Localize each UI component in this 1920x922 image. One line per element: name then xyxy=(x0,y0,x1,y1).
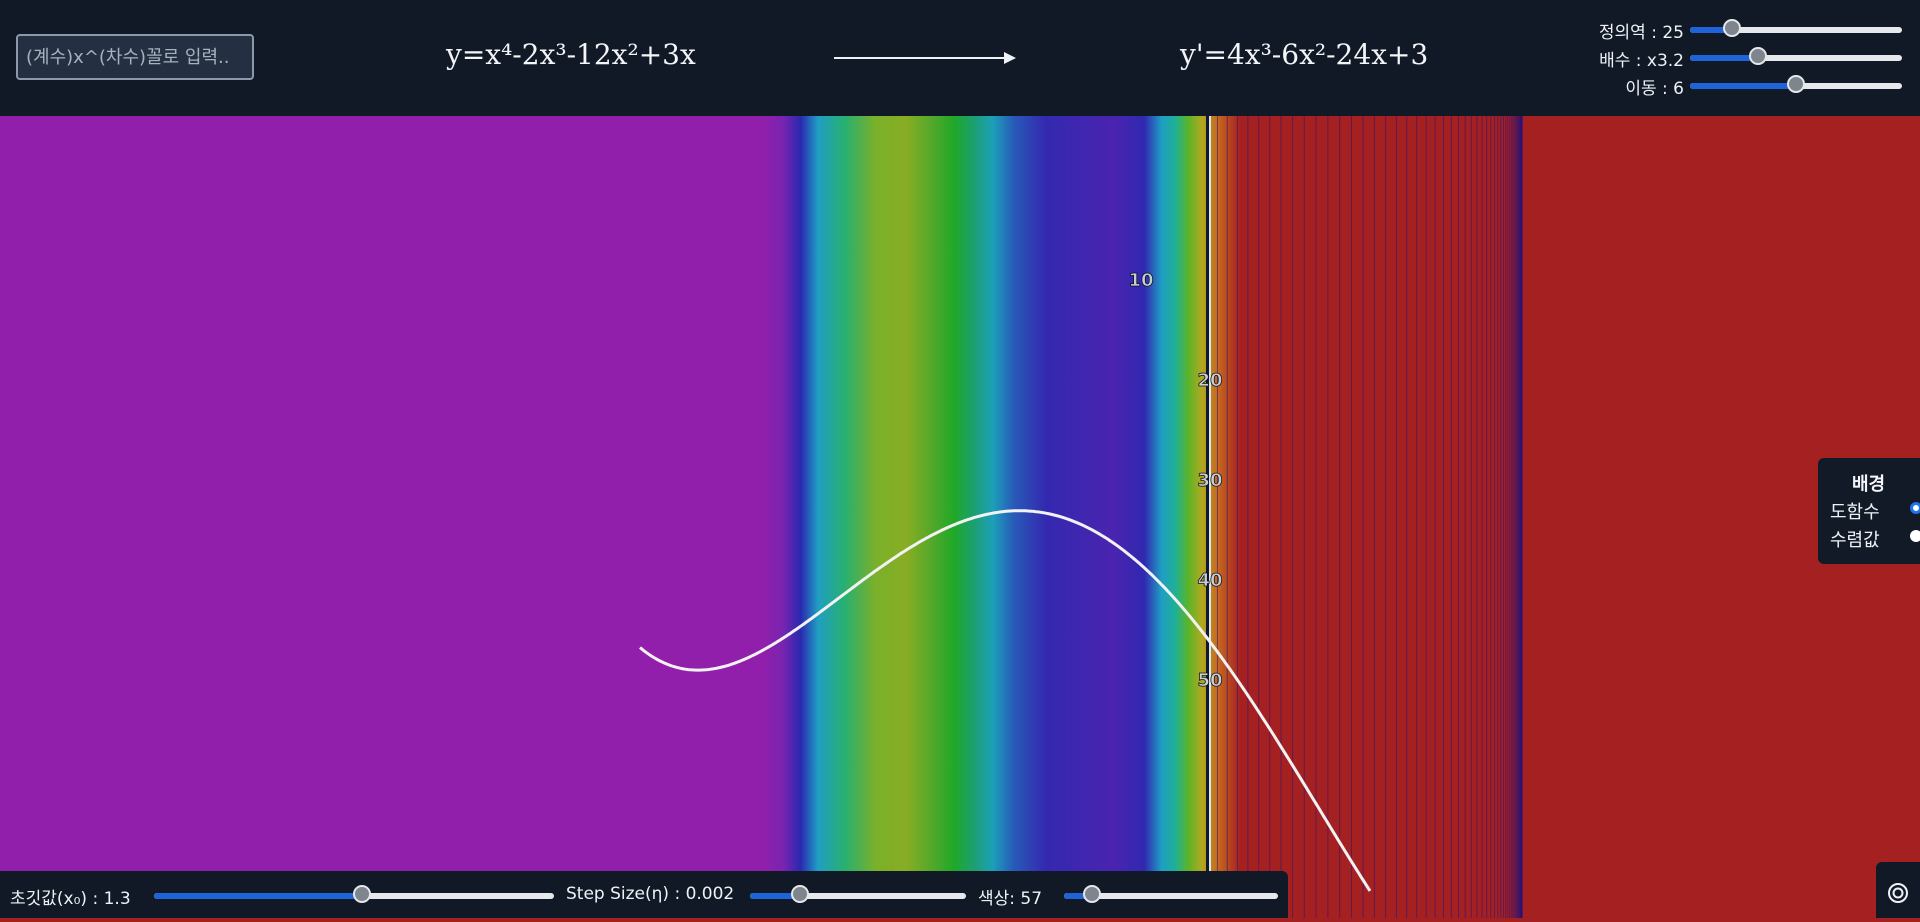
gradient-descent-plot: 10 20 30 40 50 xyxy=(0,116,1920,918)
derivative-formula: y'=4x³-6x²-24x+3 xyxy=(1180,38,1429,71)
bottom-controls: 초깃값(x₀) : 1.3 Step Size(η) : 0.002 색상: 5… xyxy=(0,871,1288,918)
legend-title: 배경 xyxy=(1852,474,1886,495)
target-icon xyxy=(1888,883,1908,903)
arrow-right-icon xyxy=(834,52,1016,64)
radio-derivative[interactable] xyxy=(1910,502,1920,514)
iteration-marker-label: 10 xyxy=(1128,270,1153,291)
domain-slider-label: 정의역 : 25 xyxy=(1598,23,1684,43)
target-button[interactable] xyxy=(1876,862,1920,918)
shift-slider[interactable] xyxy=(1690,75,1902,93)
slider-knob[interactable] xyxy=(1082,885,1101,903)
legend-option-label: 수렴값 xyxy=(1830,530,1880,551)
scale-slider-label: 배수 : x3.2 xyxy=(1599,51,1684,71)
background-legend: 배경 도함수 수렴값 xyxy=(1818,458,1920,564)
slider-knob[interactable] xyxy=(1748,47,1767,65)
scale-slider[interactable] xyxy=(1690,47,1902,65)
legend-option-label: 도함수 xyxy=(1830,502,1880,523)
legend-option-derivative[interactable]: 도함수 xyxy=(1830,498,1920,524)
radio-convergence[interactable] xyxy=(1910,530,1920,542)
iteration-marker-label: 20 xyxy=(1197,370,1222,391)
slider-knob[interactable] xyxy=(1723,19,1742,37)
formula-input[interactable] xyxy=(16,34,254,80)
iteration-marker-label: 40 xyxy=(1197,570,1222,591)
iteration-marker-label: 30 xyxy=(1197,470,1222,491)
derivative-color-background xyxy=(0,116,1920,918)
iteration-marker-label: 50 xyxy=(1197,670,1222,691)
slider-knob[interactable] xyxy=(353,885,371,903)
slider-knob[interactable] xyxy=(1787,75,1805,93)
color-slider[interactable] xyxy=(1064,885,1278,903)
shift-slider-label: 이동 : 6 xyxy=(1625,79,1684,99)
initial-value-label: 초깃값(x₀) : 1.3 xyxy=(10,889,131,909)
legend-option-convergence[interactable]: 수렴값 xyxy=(1830,526,1920,552)
domain-slider[interactable] xyxy=(1690,19,1902,37)
color-label: 색상: 57 xyxy=(978,889,1043,909)
slider-knob[interactable] xyxy=(790,885,809,903)
top-toolbar: y=x⁴-2x³-12x²+3x y'=4x³-6x²-24x+3 정의역 : … xyxy=(0,0,1920,116)
step-size-slider[interactable] xyxy=(750,885,966,903)
function-formula: y=x⁴-2x³-12x²+3x xyxy=(446,38,696,71)
step-size-label: Step Size(η) : 0.002 xyxy=(566,884,735,904)
initial-value-slider[interactable] xyxy=(154,885,554,903)
